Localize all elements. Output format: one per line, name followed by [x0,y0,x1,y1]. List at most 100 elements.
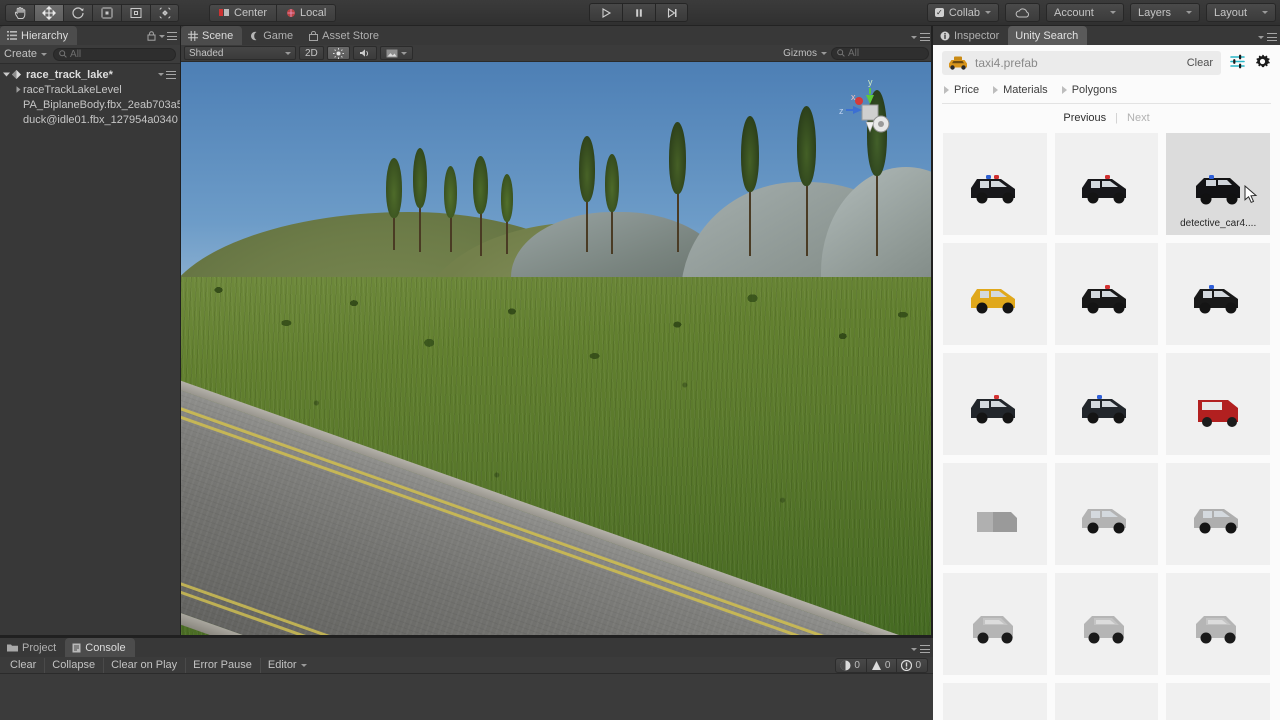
scene-viewport[interactable]: y z x [181,62,933,637]
scene-row-menu-icon[interactable] [158,70,176,79]
scale-tool-button[interactable] [92,3,121,22]
result-thumbnail [1187,490,1249,538]
scene-search-input[interactable]: All [831,46,929,60]
console-error-pause-button[interactable]: Error Pause [185,657,259,673]
console-error-counter[interactable]: 0 [896,657,928,673]
search-result-cell[interactable] [943,683,1047,720]
hierarchy-tree[interactable]: race_track_lake* raceTrackLakeLevel PA_B… [0,64,180,655]
console-clear-button[interactable]: Clear [3,658,43,673]
create-button[interactable]: Create [4,48,48,60]
collab-button[interactable]: ✓ Collab [926,3,999,22]
hierarchy-row-biplane[interactable]: PA_BiplaneBody.fbx_2eab703a5f [0,97,180,112]
right-tab-menu[interactable] [1258,33,1277,41]
scene-axis-gizmo[interactable]: y z x [835,74,905,146]
draw-mode-dropdown[interactable]: Shaded [184,46,296,60]
tab-game[interactable]: Game [242,26,302,45]
facet-price[interactable]: Price [944,84,979,96]
console-collapse-button[interactable]: Collapse [44,657,102,673]
filters-icon[interactable] [1229,53,1246,73]
axis-x-label: x [851,92,856,102]
result-thumbnail [1075,600,1137,648]
hierarchy-item-label: duck@idle01.fbx_127954a0340 [23,113,178,126]
toggle-effects-button[interactable] [379,46,413,60]
step-button[interactable] [655,3,688,22]
main-toolbar: Center Local ✓ Collab Account Layers Lay… [0,0,1280,26]
facet-polygons[interactable]: Polygons [1061,84,1117,96]
chevron-right-icon [993,86,999,94]
search-result-cell[interactable] [943,573,1047,675]
hand-tool-button[interactable] [5,3,34,22]
gizmos-dropdown[interactable]: Gizmos [783,48,827,59]
search-result-cell[interactable] [943,133,1047,235]
search-result-cell[interactable] [1166,573,1270,675]
play-button[interactable] [589,3,622,22]
hierarchy-tab-menu[interactable] [147,31,177,41]
search-input[interactable]: taxi4.prefab Clear [942,51,1221,75]
pager-next-button[interactable]: Next [1127,112,1150,124]
console-warning-counter[interactable]: 0 [865,657,897,673]
search-result-cell[interactable] [943,463,1047,565]
lock-icon [147,31,156,41]
toggle-2d-button[interactable]: 2D [299,46,324,60]
toggle-audio-button[interactable] [352,46,377,60]
unity-search-panel: taxi4.prefab Clear Price Materials Polyg… [933,45,1280,720]
layout-button[interactable]: Layout [1206,3,1276,22]
result-thumbnail [1075,160,1137,208]
tab-unity-search[interactable]: Unity Search [1008,26,1088,45]
console-log-area[interactable] [0,674,933,720]
tab-scene[interactable]: Scene [181,26,243,45]
transform-tool-button[interactable] [150,3,179,22]
search-result-cell[interactable] [1054,243,1159,345]
move-tool-button[interactable] [34,3,63,22]
tab-asset-store[interactable]: Asset Store [302,26,388,45]
tab-project[interactable]: Project [0,638,65,657]
search-results-grid[interactable]: detective_car4.... [933,133,1280,720]
result-thumbnail [1075,490,1137,538]
cloud-button[interactable] [1005,3,1040,22]
rotate-tool-button[interactable] [63,3,92,22]
hierarchy-row-level[interactable]: raceTrackLakeLevel [0,82,180,97]
log-icon [840,660,851,670]
search-result-cell[interactable]: detective_car4.... [1166,133,1270,235]
gear-icon[interactable] [1254,53,1271,73]
expanded-triangle-icon[interactable] [2,70,11,79]
hierarchy-row-duck[interactable]: duck@idle01.fbx_127954a0340 [0,112,180,127]
console-editor-dropdown[interactable]: Editor [259,657,314,673]
tab-console[interactable]: Console [65,638,135,657]
scene-tab-menu[interactable] [911,33,930,41]
search-result-cell[interactable] [1166,683,1270,720]
hierarchy-search-input[interactable]: All [53,47,176,61]
toggle-lighting-button[interactable] [326,46,350,60]
layers-button[interactable]: Layers [1130,3,1200,22]
console-log-counter[interactable]: 0 [835,657,866,673]
facet-materials[interactable]: Materials [993,84,1048,96]
search-result-cell[interactable] [1054,463,1159,565]
search-result-cell[interactable] [1166,353,1270,455]
search-result-cell[interactable] [1054,573,1159,675]
search-result-cell[interactable] [1054,353,1159,455]
tab-hierarchy[interactable]: Hierarchy [0,26,78,45]
search-result-cell[interactable] [1054,133,1159,235]
audio-icon [359,48,368,57]
console-counters: 0 0 0 [835,657,928,673]
tab-inspector[interactable]: Inspector [933,26,1008,45]
rotation-local-button[interactable]: Local [276,3,337,22]
unity-search-tab-label: Unity Search [1015,29,1079,42]
pivot-center-button[interactable]: Center [209,3,277,22]
pause-button[interactable] [622,3,655,22]
hierarchy-item-label: PA_BiplaneBody.fbx_2eab703a5f [23,98,180,111]
panel-menu-icon[interactable] [159,32,177,40]
search-clear-button[interactable]: Clear [1187,57,1213,69]
search-result-cell[interactable] [1054,683,1159,720]
collapsed-triangle-icon[interactable] [14,85,23,94]
account-button[interactable]: Account [1046,3,1124,22]
console-clear-on-play-button[interactable]: Clear on Play [103,657,184,673]
search-result-cell[interactable] [1166,463,1270,565]
hierarchy-row-scene[interactable]: race_track_lake* [0,67,180,82]
rect-tool-button[interactable] [121,3,150,22]
search-result-cell[interactable] [943,353,1047,455]
console-tab-menu[interactable] [911,645,930,653]
search-result-cell[interactable] [1166,243,1270,345]
search-result-cell[interactable] [943,243,1047,345]
pager-previous-button[interactable]: Previous [1063,112,1106,124]
